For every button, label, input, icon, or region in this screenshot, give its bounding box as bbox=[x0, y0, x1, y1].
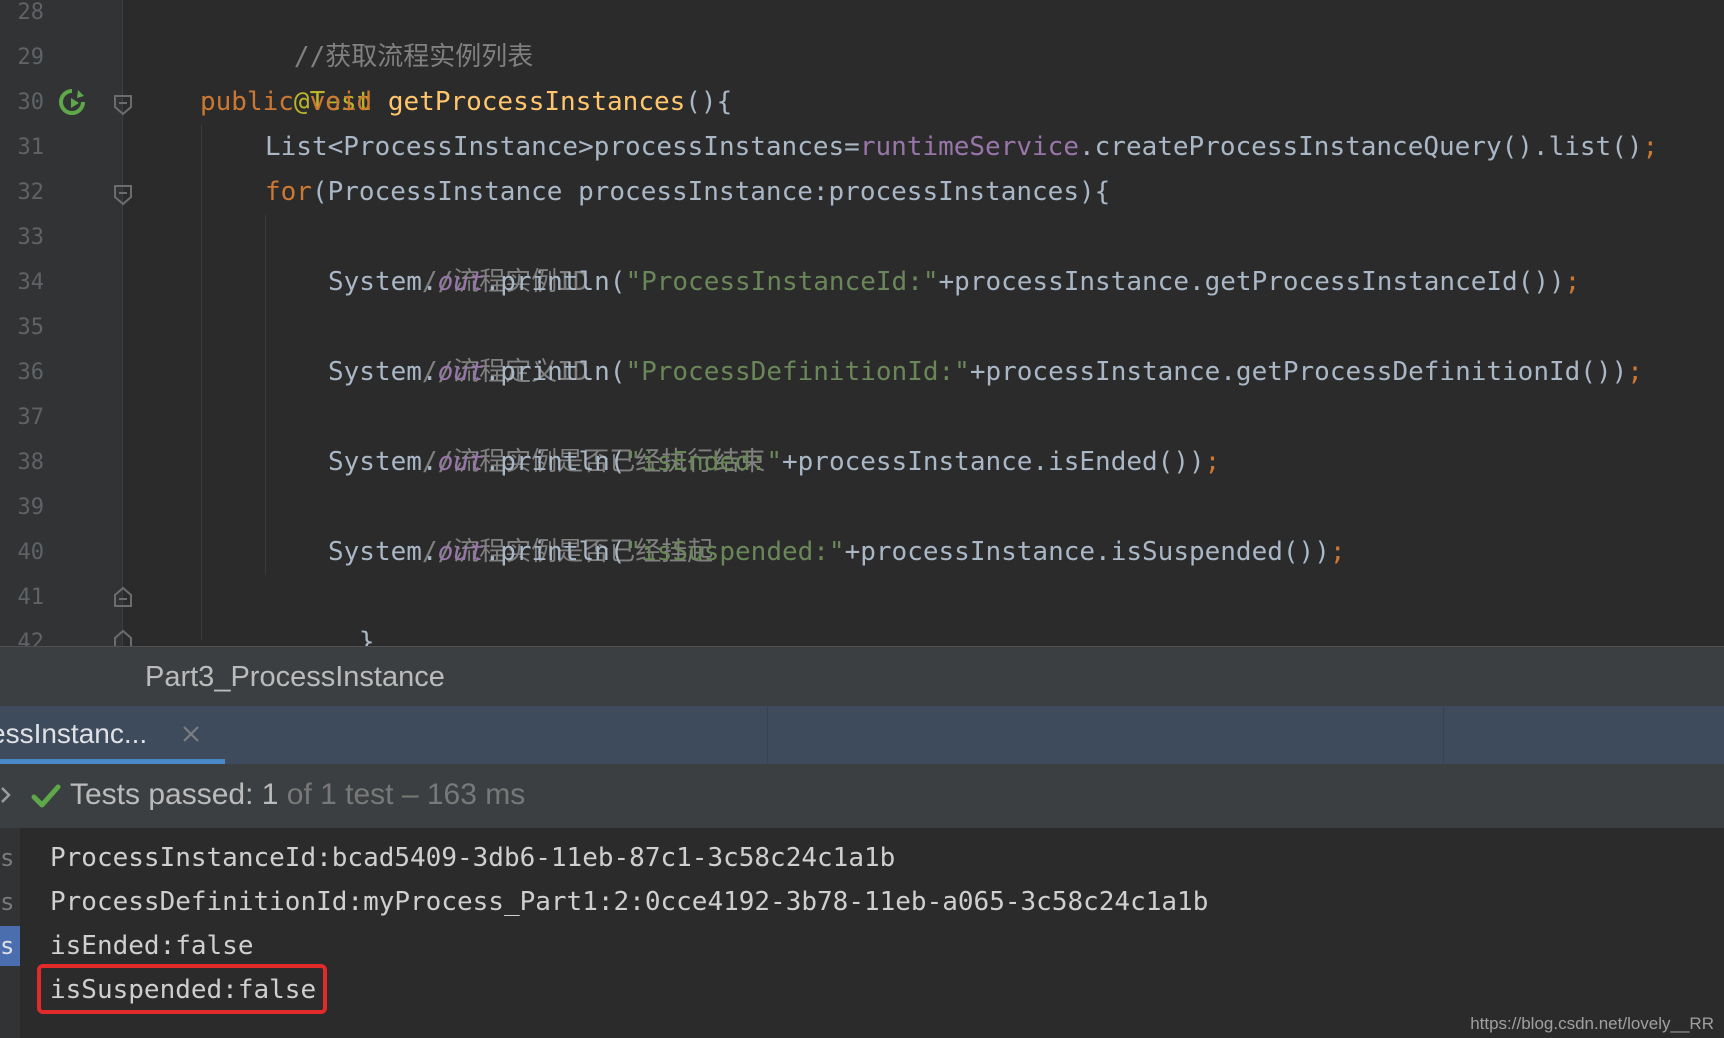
code-text: List<ProcessInstance>processInstances= bbox=[265, 132, 860, 162]
code-line-41: } bbox=[265, 575, 375, 646]
test-tree-item-selected[interactable]: s bbox=[0, 926, 20, 966]
run-test-icon[interactable] bbox=[58, 88, 86, 116]
line-number: 42 bbox=[17, 630, 45, 646]
line-number: 30 bbox=[17, 90, 45, 115]
code-line-40: System.out.println("isSuspended:"+proces… bbox=[328, 530, 1346, 575]
test-status-text: Tests passed: 1 of 1 test – 163 ms bbox=[70, 778, 525, 812]
run-tab[interactable]: essInstanc... bbox=[0, 706, 225, 764]
line-number: 33 bbox=[17, 225, 45, 250]
code-text: System. bbox=[328, 357, 438, 387]
line-number: 37 bbox=[17, 405, 45, 430]
close-icon[interactable] bbox=[181, 724, 201, 744]
code-line-34: System.out.println("ProcessInstanceId:"+… bbox=[328, 260, 1580, 305]
code-semicolon: ; bbox=[1642, 132, 1659, 162]
indent-guide bbox=[201, 125, 202, 640]
tab-divider bbox=[1443, 706, 1444, 764]
code-string: "isEnded:" bbox=[625, 447, 782, 477]
code-brace: } bbox=[358, 627, 375, 646]
code-keyword: void bbox=[309, 87, 373, 117]
line-number: 29 bbox=[17, 45, 45, 70]
run-tabs-bar: essInstanc... bbox=[0, 706, 1724, 765]
console-output[interactable]: s s s ProcessInstanceId:bcad5409-3db6-11… bbox=[0, 828, 1724, 1038]
code-text: System. bbox=[328, 447, 438, 477]
code-line-32: for(ProcessInstance processInstance:proc… bbox=[265, 170, 1110, 215]
tests-passed-label: Tests passed: 1 bbox=[70, 778, 279, 811]
code-line-30: public void getProcessInstances(){ bbox=[200, 80, 732, 125]
code-line-38: System.out.println("isEnded:"+processIns… bbox=[328, 440, 1220, 485]
indent-guide bbox=[265, 215, 266, 575]
line-number: 39 bbox=[17, 495, 45, 520]
code-string: "isSuspended:" bbox=[625, 537, 845, 567]
code-string: "ProcessInstanceId:" bbox=[625, 267, 939, 297]
code-semicolon: ; bbox=[1204, 447, 1221, 477]
line-number: 32 bbox=[17, 180, 45, 205]
line-number: 35 bbox=[17, 315, 45, 340]
code-line-35: //流程定义ID bbox=[328, 305, 589, 387]
run-tab-label: essInstanc... bbox=[0, 718, 148, 749]
line-number: 28 bbox=[17, 0, 45, 25]
code-text: +processInstance.isSuspended()) bbox=[844, 537, 1330, 567]
tests-summary: of 1 test – 163 ms bbox=[278, 778, 526, 811]
run-window-header: Part3_ProcessInstance bbox=[0, 646, 1724, 707]
test-status-bar: Tests passed: 1 of 1 test – 163 ms bbox=[0, 764, 1724, 829]
code-semicolon: ; bbox=[1564, 267, 1581, 297]
chevron-right-icon[interactable] bbox=[0, 784, 14, 806]
code-text: .println( bbox=[484, 267, 626, 297]
code-line-39: //流程实例是否已经挂起 bbox=[328, 485, 713, 567]
highlight-box bbox=[37, 964, 327, 1014]
fold-end-marker-icon[interactable] bbox=[112, 585, 134, 609]
code-text: .println( bbox=[484, 447, 626, 477]
code-text: (){ bbox=[685, 87, 733, 117]
code-text: .println( bbox=[484, 357, 626, 387]
test-tree-item[interactable]: s bbox=[0, 838, 20, 878]
code-line-33: //流程实例ID bbox=[328, 215, 589, 297]
code-line-29: @Test bbox=[200, 35, 372, 117]
line-number: 40 bbox=[17, 540, 45, 565]
code-line-28: //获取流程实例列表 bbox=[200, 0, 533, 72]
code-text: .println( bbox=[484, 537, 626, 567]
code-line-36: System.out.println("ProcessDefinitionId:… bbox=[328, 350, 1643, 395]
line-number: 34 bbox=[17, 270, 45, 295]
tab-divider bbox=[767, 706, 768, 764]
fold-marker-icon[interactable] bbox=[112, 93, 134, 117]
console-line: ProcessInstanceId:bcad5409-3db6-11eb-87c… bbox=[50, 843, 896, 873]
code-static-field: out bbox=[437, 537, 485, 567]
fold-marker-icon[interactable] bbox=[112, 183, 134, 207]
fold-end-marker-icon[interactable] bbox=[112, 628, 134, 646]
watermark: https://blog.csdn.net/lovely__RR bbox=[1470, 1014, 1714, 1033]
run-window-title: Part3_ProcessInstance bbox=[145, 661, 445, 693]
code-method-name: getProcessInstances bbox=[387, 87, 686, 117]
line-number: 38 bbox=[17, 450, 45, 475]
code-text: +processInstance.isEnded()) bbox=[781, 447, 1205, 477]
test-tree-item[interactable]: s bbox=[0, 882, 20, 922]
code-semicolon: ; bbox=[1329, 537, 1346, 567]
console-line: ProcessDefinitionId:myProcess_Part1:2:0c… bbox=[50, 887, 1209, 917]
code-keyword: for bbox=[265, 177, 312, 207]
code-text: +processInstance.getProcessInstanceId()) bbox=[938, 267, 1565, 297]
code-string: "ProcessDefinitionId:" bbox=[625, 357, 970, 387]
code-line-37: //流程实例是否已经执行结束 bbox=[328, 395, 765, 477]
code-text: System. bbox=[328, 267, 438, 297]
code-semicolon: ; bbox=[1627, 357, 1643, 387]
code-line-42: } bbox=[200, 620, 310, 646]
console-line: isEnded:false bbox=[50, 931, 254, 961]
code-static-field: out bbox=[437, 447, 485, 477]
test-tree-strip: s s s bbox=[0, 828, 20, 1038]
code-keyword: public bbox=[200, 87, 294, 117]
check-icon bbox=[31, 784, 61, 808]
line-number: 41 bbox=[17, 585, 45, 610]
code-text: (ProcessInstance processInstance:process… bbox=[311, 177, 1111, 207]
editor-gutter: 28 29 30 31 32 33 34 35 36 37 38 39 40 4… bbox=[0, 0, 132, 646]
code-static-field: out bbox=[437, 357, 485, 387]
code-text: System. bbox=[328, 537, 438, 567]
code-text: .createProcessInstanceQuery().list() bbox=[1078, 132, 1643, 162]
code-text: +processInstance.getProcessDefinitionId(… bbox=[969, 357, 1628, 387]
code-field: runtimeService bbox=[859, 132, 1079, 162]
code-line-31: List<ProcessInstance>processInstances=ru… bbox=[265, 125, 1658, 170]
line-number: 36 bbox=[17, 360, 45, 385]
code-editor[interactable]: 28 29 30 31 32 33 34 35 36 37 38 39 40 4… bbox=[0, 0, 1724, 646]
line-number: 31 bbox=[17, 135, 45, 160]
code-static-field: out bbox=[437, 267, 485, 297]
